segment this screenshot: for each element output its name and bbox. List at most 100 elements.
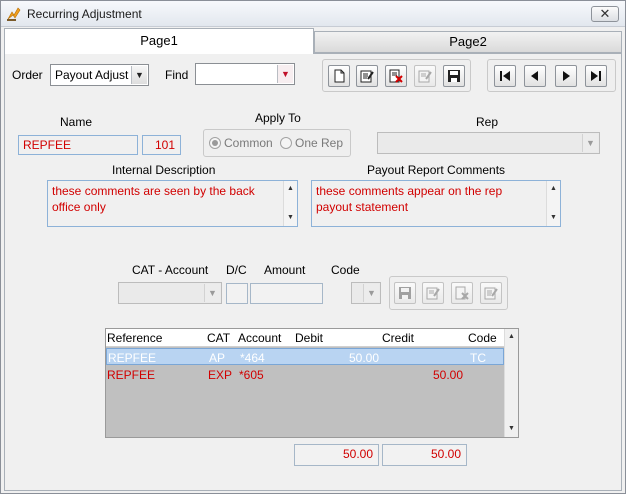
cell-account: *605 xyxy=(239,368,264,382)
total-debit: 50.00 xyxy=(294,444,379,466)
radio-common[interactable] xyxy=(209,137,221,149)
payout-comments-text: these comments appear on the rep payout … xyxy=(316,184,503,214)
radio-common-label[interactable]: Common xyxy=(224,136,273,150)
name-label: Name xyxy=(60,115,93,129)
first-record-icon xyxy=(500,71,510,81)
scroll-down-icon[interactable]: ▼ xyxy=(505,423,518,435)
cat-account-label: CAT - Account xyxy=(132,263,209,277)
title-bar: Recurring Adjustment ✕ xyxy=(1,1,625,27)
find-label: Find xyxy=(165,68,189,82)
rep-label: Rep xyxy=(476,115,499,129)
save-icon xyxy=(448,70,460,82)
internal-description-field[interactable]: these comments are seen by the back offi… xyxy=(47,180,298,227)
next-record-button[interactable] xyxy=(555,65,577,87)
delete-document-icon xyxy=(389,69,403,83)
cell-debit: 50.00 xyxy=(349,351,380,365)
save-icon xyxy=(399,287,411,299)
recurring-adjustment-window: Recurring Adjustment ✕ Page1 Page2 Order… xyxy=(0,0,626,494)
delete-button[interactable] xyxy=(385,65,407,87)
rep-select[interactable]: ▼ xyxy=(377,132,600,154)
code-select[interactable]: ▼ xyxy=(351,282,381,304)
last-record-icon xyxy=(591,71,601,81)
table-row[interactable]: REPFEE AP *464 50.00 TC xyxy=(106,348,504,365)
entry-edit-alt-button[interactable] xyxy=(480,282,502,304)
cell-code: TC xyxy=(470,351,486,365)
chevron-down-icon[interactable]: ▼ xyxy=(277,65,293,83)
close-icon: ✕ xyxy=(599,6,611,21)
navigation-toolbar xyxy=(487,59,616,92)
code-label: Code xyxy=(331,263,360,277)
entry-toolbar xyxy=(389,276,508,310)
new-document-icon xyxy=(334,69,345,83)
column-cat[interactable]: CAT xyxy=(207,331,230,345)
grid-header: Reference CAT Account Debit Credit Code xyxy=(106,329,504,347)
find-select[interactable]: ▼ xyxy=(195,63,295,85)
window-title: Recurring Adjustment xyxy=(27,7,142,21)
delete-icon xyxy=(455,286,469,300)
payout-comments-scrollbar[interactable]: ▲ ▼ xyxy=(546,181,560,226)
order-label: Order xyxy=(12,68,43,82)
dc-label: D/C xyxy=(226,263,247,277)
scroll-down-icon[interactable]: ▼ xyxy=(547,212,560,224)
chevron-down-icon[interactable]: ▼ xyxy=(131,66,147,84)
previous-record-button[interactable] xyxy=(524,65,546,87)
record-toolbar xyxy=(322,59,471,92)
payout-comments-label: Payout Report Comments xyxy=(367,163,506,177)
column-account[interactable]: Account xyxy=(238,331,281,345)
name-number-field[interactable]: 101 xyxy=(142,135,181,155)
apply-to-label: Apply To xyxy=(255,111,301,125)
order-select-value: Payout Adjust xyxy=(55,68,129,82)
column-code[interactable]: Code xyxy=(468,331,497,345)
disabled-edit-icon xyxy=(418,70,432,83)
scroll-up-icon[interactable]: ▲ xyxy=(547,183,560,195)
edit-alt-icon xyxy=(484,287,498,300)
entry-save-button[interactable] xyxy=(394,282,416,304)
cat-account-select[interactable]: ▼ xyxy=(118,282,222,304)
chevron-down-icon[interactable]: ▼ xyxy=(363,284,379,302)
chevron-down-icon[interactable]: ▼ xyxy=(582,134,598,152)
save-button[interactable] xyxy=(443,65,465,87)
chevron-down-icon[interactable]: ▼ xyxy=(204,284,220,302)
adjustment-grid: Reference CAT Account Debit Credit Code … xyxy=(105,328,519,438)
table-row[interactable]: REPFEE EXP *605 50.00 xyxy=(106,366,504,383)
apply-to-group: Common One Rep xyxy=(203,129,351,157)
payout-comments-field[interactable]: these comments appear on the rep payout … xyxy=(311,180,561,227)
amount-field[interactable] xyxy=(250,283,323,304)
amount-label: Amount xyxy=(264,263,306,277)
disabled-edit-button[interactable] xyxy=(414,65,436,87)
name-field[interactable]: REPFEE xyxy=(18,135,138,155)
tab-page2[interactable]: Page2 xyxy=(314,31,622,53)
radio-one-rep[interactable] xyxy=(280,137,292,149)
tab-page1[interactable]: Page1 xyxy=(4,28,314,54)
internal-description-scrollbar[interactable]: ▲ ▼ xyxy=(283,181,297,226)
internal-description-label: Internal Description xyxy=(112,163,216,177)
edit-document-icon xyxy=(360,70,374,83)
scroll-up-icon[interactable]: ▲ xyxy=(505,331,518,343)
entry-delete-button[interactable] xyxy=(451,282,473,304)
order-select[interactable]: Payout Adjust ▼ xyxy=(50,64,149,86)
cell-account: *464 xyxy=(240,351,265,365)
grid-scrollbar[interactable]: ▲ ▼ xyxy=(504,329,518,437)
app-icon xyxy=(6,6,22,22)
column-credit[interactable]: Credit xyxy=(382,331,414,345)
radio-one-rep-label[interactable]: One Rep xyxy=(295,136,343,150)
entry-edit-button[interactable] xyxy=(422,282,444,304)
scroll-down-icon[interactable]: ▼ xyxy=(284,212,297,224)
dc-field[interactable] xyxy=(226,283,248,304)
cell-cat: EXP xyxy=(208,368,233,382)
cell-reference: REPFEE xyxy=(108,351,157,365)
edit-icon xyxy=(426,287,440,300)
next-record-icon xyxy=(563,71,570,81)
scroll-up-icon[interactable]: ▲ xyxy=(284,183,297,195)
new-button[interactable] xyxy=(328,65,350,87)
column-reference[interactable]: Reference xyxy=(107,331,162,345)
cell-cat: AP xyxy=(209,351,226,365)
cell-credit: 50.00 xyxy=(433,368,464,382)
close-button[interactable]: ✕ xyxy=(591,6,619,22)
first-record-button[interactable] xyxy=(494,65,516,87)
internal-description-text: these comments are seen by the back offi… xyxy=(52,184,255,214)
page1-panel: Order Payout Adjust ▼ Find ▼ Name REPFEE… xyxy=(4,53,622,491)
last-record-button[interactable] xyxy=(585,65,607,87)
edit-button[interactable] xyxy=(356,65,378,87)
column-debit[interactable]: Debit xyxy=(295,331,323,345)
